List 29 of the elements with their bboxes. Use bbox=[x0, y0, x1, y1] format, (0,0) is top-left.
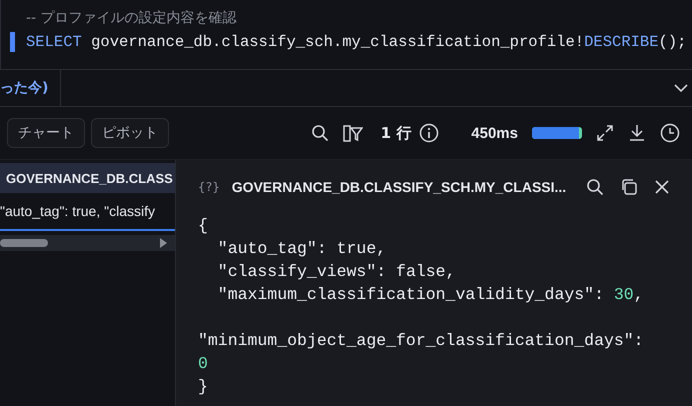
expand-icon[interactable] bbox=[596, 124, 614, 142]
chevron-down-icon[interactable] bbox=[674, 84, 688, 92]
download-icon[interactable] bbox=[628, 124, 646, 142]
json-line: } bbox=[198, 376, 208, 398]
scrollbar-thumb[interactable] bbox=[0, 239, 48, 247]
detail-title: GOVERNANCE_DB.CLASSIFY_SCH.MY_CLASSI... bbox=[232, 179, 566, 195]
view-button[interactable]: チャート bbox=[7, 118, 85, 148]
info-icon[interactable] bbox=[419, 123, 440, 143]
json-line: "maximum_classification_validity_days": 30, bbox=[216, 284, 644, 306]
view-button[interactable]: ピボット bbox=[91, 118, 169, 148]
json-line: "auto_tag": true, bbox=[216, 238, 386, 260]
json-line: 0 bbox=[198, 353, 208, 375]
sql-statement: SELECT governance_db.classify_sch.my_classification_profile!DESCRIBE(); bbox=[26, 33, 686, 51]
json-line: { bbox=[198, 215, 208, 237]
row-count: 1 行 bbox=[380, 124, 412, 142]
filter-icon[interactable] bbox=[342, 124, 363, 142]
variant-type-icon: {?} bbox=[198, 180, 220, 194]
query-duration: 450ms bbox=[471, 124, 518, 142]
json-line: "classify_views": false, bbox=[216, 261, 456, 283]
result-tab[interactable]: った今) bbox=[0, 70, 62, 106]
close-icon[interactable] bbox=[654, 179, 670, 195]
clock-icon[interactable] bbox=[660, 123, 680, 143]
search-icon[interactable] bbox=[310, 124, 329, 142]
search-icon[interactable] bbox=[586, 178, 604, 196]
scroll-right-icon[interactable] bbox=[159, 238, 167, 248]
copy-icon[interactable] bbox=[620, 178, 638, 196]
json-line: "minimum_object_age_for_classification_days": bbox=[198, 330, 644, 352]
column-header[interactable]: GOVERNANCE_DB.CLASS bbox=[0, 163, 175, 193]
sql-comment: -- プロファイルの設定内容を確認 bbox=[26, 9, 237, 27]
